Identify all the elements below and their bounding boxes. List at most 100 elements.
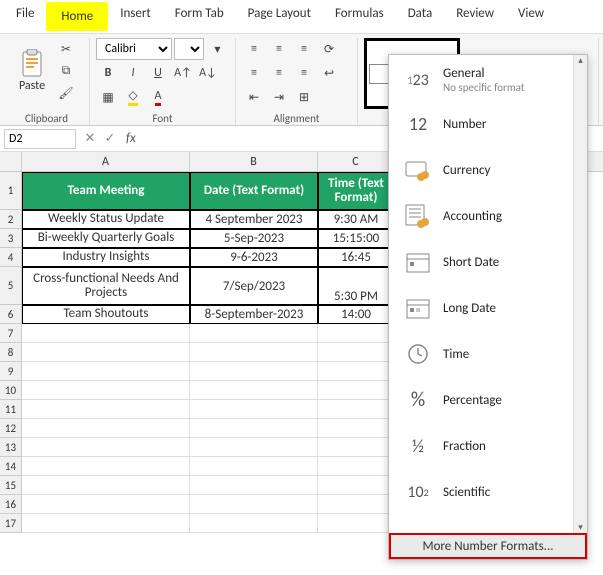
font-size-options[interactable]: ▾	[207, 39, 228, 59]
menu-page-layout[interactable]: Page Layout	[236, 2, 323, 31]
menu-review[interactable]: Review	[444, 2, 506, 31]
row-header-11[interactable]: 11	[0, 400, 22, 419]
numfmt-currency[interactable]: Currency	[389, 147, 587, 193]
fx-label[interactable]: fx	[126, 131, 136, 146]
cell-c5[interactable]: 5:30 PM	[318, 267, 394, 305]
cell-a6[interactable]: Team Shoutouts	[22, 305, 190, 324]
orientation-button[interactable]: ⟳	[318, 39, 340, 59]
cell-b13[interactable]	[190, 438, 318, 457]
cell-a4[interactable]: Industry Insights	[22, 248, 190, 267]
row-header-7[interactable]: 7	[0, 324, 22, 343]
numfmt-percentage[interactable]: % Percentage	[389, 377, 587, 423]
col-header-b[interactable]: B	[190, 152, 318, 171]
cell-b6[interactable]: 8-September-2023	[190, 305, 318, 324]
cut-button[interactable]: ✂	[55, 39, 77, 59]
cell-a17[interactable]	[22, 514, 190, 533]
numfmt-accounting[interactable]: Accounting	[389, 193, 587, 239]
row-header-9[interactable]: 9	[0, 362, 22, 381]
cell-a7[interactable]	[22, 324, 190, 343]
cell-c17[interactable]	[318, 514, 394, 533]
cell-b9[interactable]	[190, 362, 318, 381]
numfmt-scientific[interactable]: 102 Scientific	[389, 469, 587, 515]
cell-a11[interactable]	[22, 400, 190, 419]
cell-a9[interactable]	[22, 362, 190, 381]
cell-c7[interactable]	[318, 324, 394, 343]
cell-a12[interactable]	[22, 419, 190, 438]
decrease-indent-button[interactable]: ⇤	[243, 87, 265, 107]
align-bottom-button[interactable]: ≡	[293, 39, 315, 59]
increase-font-button[interactable]: A↑	[172, 63, 194, 83]
cell-b12[interactable]	[190, 419, 318, 438]
font-size-select[interactable]: 11	[174, 38, 204, 60]
copy-button[interactable]: ⧉	[55, 61, 77, 81]
cell-b11[interactable]	[190, 400, 318, 419]
borders-button[interactable]: ▦	[97, 87, 119, 107]
paste-button[interactable]: Paste	[10, 38, 54, 104]
align-right-button[interactable]: ≡	[293, 63, 315, 83]
cell-b16[interactable]	[190, 495, 318, 514]
align-center-button[interactable]: ≡	[268, 63, 290, 83]
cell-c11[interactable]	[318, 400, 394, 419]
align-middle-button[interactable]: ≡	[268, 39, 290, 59]
cell-c14[interactable]	[318, 457, 394, 476]
decrease-font-button[interactable]: A↓	[197, 63, 219, 83]
wrap-text-button[interactable]: ↩	[318, 63, 340, 83]
cell-b10[interactable]	[190, 381, 318, 400]
row-header-14[interactable]: 14	[0, 457, 22, 476]
menu-insert[interactable]: Insert	[108, 2, 163, 31]
dropdown-scrollbar[interactable]: ▴ ▾	[573, 55, 587, 533]
cell-b8[interactable]	[190, 343, 318, 362]
name-box[interactable]	[4, 129, 76, 149]
row-header-8[interactable]: 8	[0, 343, 22, 362]
row-header-4[interactable]: 4	[0, 248, 22, 267]
cell-c4[interactable]: 16:45	[318, 248, 394, 267]
cell-a5[interactable]: Cross-functional Needs And Projects	[22, 267, 190, 305]
menu-file[interactable]: File	[4, 2, 46, 31]
header-date[interactable]: Date (Text Format)	[190, 172, 318, 210]
select-all-corner[interactable]	[0, 152, 22, 171]
row-header-15[interactable]: 15	[0, 476, 22, 495]
cell-c12[interactable]	[318, 419, 394, 438]
row-header-3[interactable]: 3	[0, 229, 22, 248]
row-header-1[interactable]: 1	[0, 172, 22, 210]
cell-b14[interactable]	[190, 457, 318, 476]
cell-a14[interactable]	[22, 457, 190, 476]
menu-view[interactable]: View	[506, 2, 556, 31]
align-top-button[interactable]: ≡	[243, 39, 265, 59]
cell-a3[interactable]: Bi-weekly Quarterly Goals	[22, 229, 190, 248]
cell-c9[interactable]	[318, 362, 394, 381]
cell-c10[interactable]	[318, 381, 394, 400]
cell-c16[interactable]	[318, 495, 394, 514]
cell-c13[interactable]	[318, 438, 394, 457]
cell-b17[interactable]	[190, 514, 318, 533]
cell-a8[interactable]	[22, 343, 190, 362]
cell-b3[interactable]: 5-Sep-2023	[190, 229, 318, 248]
header-time[interactable]: Time (Text Format)	[318, 172, 394, 210]
row-header-2[interactable]: 2	[0, 210, 22, 229]
row-header-5[interactable]: 5	[0, 267, 22, 305]
numfmt-long-date[interactable]: Long Date	[389, 285, 587, 331]
col-header-a[interactable]: A	[22, 152, 190, 171]
cell-a13[interactable]	[22, 438, 190, 457]
merge-button[interactable]: ⊞	[293, 87, 315, 107]
cell-c15[interactable]	[318, 476, 394, 495]
fill-color-button[interactable]: ◇	[122, 87, 144, 107]
increase-indent-button[interactable]: ⇥	[268, 87, 290, 107]
menu-form-tab[interactable]: Form Tab	[163, 2, 236, 31]
numfmt-number[interactable]: 12 Number	[389, 101, 587, 147]
cell-c6[interactable]: 14:00	[318, 305, 394, 324]
cell-b2[interactable]: 4 September 2023	[190, 210, 318, 229]
row-header-16[interactable]: 16	[0, 495, 22, 514]
menu-data[interactable]: Data	[396, 2, 445, 31]
format-painter-button[interactable]: 🖌	[55, 83, 77, 103]
cell-a15[interactable]	[22, 476, 190, 495]
row-header-12[interactable]: 12	[0, 419, 22, 438]
row-header-17[interactable]: 17	[0, 514, 22, 533]
row-header-6[interactable]: 6	[0, 305, 22, 324]
enter-formula-button[interactable]: ✓	[100, 131, 120, 146]
cell-a16[interactable]	[22, 495, 190, 514]
numfmt-general[interactable]: 123 General No specific format	[389, 59, 587, 101]
cell-b5[interactable]: 7/Sep/2023	[190, 267, 318, 305]
numfmt-short-date[interactable]: Short Date	[389, 239, 587, 285]
cell-c3[interactable]: 15:15:00	[318, 229, 394, 248]
